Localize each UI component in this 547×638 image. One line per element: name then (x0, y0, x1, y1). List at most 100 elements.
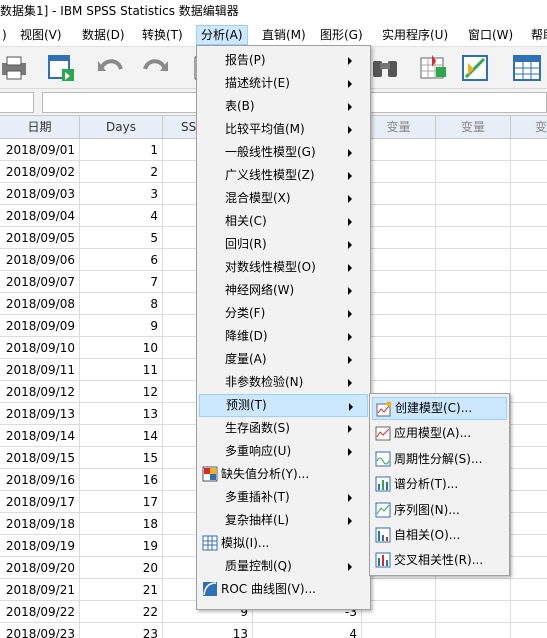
analyze-menu-item[interactable]: 相关(C) (199, 210, 368, 233)
table-cell[interactable] (511, 425, 547, 447)
recall-dialog-icon[interactable] (46, 53, 76, 83)
table-cell[interactable]: 2018/09/16 (0, 469, 80, 491)
table-cell[interactable] (362, 359, 436, 381)
table-cell[interactable] (511, 139, 547, 161)
column-header-var-c[interactable]: 变量 (436, 116, 511, 139)
table-cell[interactable]: 2018/09/21 (0, 579, 80, 601)
table-cell[interactable]: 4 (253, 623, 362, 638)
table-cell[interactable]: 18 (80, 513, 163, 535)
analyze-menu-item[interactable]: 质量控制(Q) (199, 555, 368, 578)
table-cell[interactable]: 2018/09/22 (0, 601, 80, 623)
table-cell[interactable]: 20 (80, 557, 163, 579)
print-icon[interactable] (0, 53, 30, 83)
table-cell[interactable] (511, 403, 547, 425)
table-cell[interactable] (362, 337, 436, 359)
analyze-menu-item[interactable]: 混合模型(X) (199, 187, 368, 210)
table-cell[interactable] (436, 623, 511, 638)
analyze-menu-item[interactable]: 预测(T) (199, 394, 368, 417)
table-cell[interactable] (511, 513, 547, 535)
menu-utilities[interactable]: 实用程序(U) (378, 25, 452, 45)
analyze-menu-item[interactable]: 广义线性模型(Z) (199, 164, 368, 187)
analyze-menu-item[interactable]: 非参数检验(N) (199, 371, 368, 394)
menu-file[interactable]: ) (0, 25, 11, 45)
table-cell[interactable] (511, 469, 547, 491)
table-cell[interactable]: 2018/09/03 (0, 183, 80, 205)
table-cell[interactable] (436, 601, 511, 623)
table-cell[interactable] (362, 579, 436, 601)
table-cell[interactable] (362, 249, 436, 271)
table-cell[interactable]: 2018/09/08 (0, 293, 80, 315)
table-cell[interactable]: 2018/09/20 (0, 557, 80, 579)
table-cell[interactable]: 2 (80, 161, 163, 183)
analyze-menu-item[interactable]: 降维(D) (199, 325, 368, 348)
table-cell[interactable]: 2018/09/10 (0, 337, 80, 359)
table-cell[interactable] (511, 491, 547, 513)
table-cell[interactable] (362, 139, 436, 161)
table-cell[interactable] (511, 557, 547, 579)
table-cell[interactable]: 2018/09/01 (0, 139, 80, 161)
table-cell[interactable] (362, 601, 436, 623)
table-cell[interactable]: 1 (80, 139, 163, 161)
table-cell[interactable]: 2018/09/13 (0, 403, 80, 425)
table-cell[interactable] (362, 271, 436, 293)
table-cell[interactable]: 8 (80, 293, 163, 315)
table-cell[interactable]: 2018/09/07 (0, 271, 80, 293)
menu-data[interactable]: 数据(D) (78, 25, 129, 45)
forecast-menu-item[interactable]: 交叉相关性(R)... (372, 549, 507, 572)
table-cell[interactable]: 11 (80, 359, 163, 381)
menu-analyze[interactable]: 分析(A) (196, 25, 248, 45)
table-cell[interactable]: 14 (80, 425, 163, 447)
table-cell[interactable] (511, 535, 547, 557)
table-cell[interactable] (362, 293, 436, 315)
table-cell[interactable]: 19 (80, 535, 163, 557)
table-cell[interactable]: 6 (80, 249, 163, 271)
table-cell[interactable]: 5 (80, 227, 163, 249)
analyze-menu-item[interactable]: 分类(F) (199, 302, 368, 325)
table-cell[interactable] (511, 381, 547, 403)
table-cell[interactable]: 2018/09/11 (0, 359, 80, 381)
cell-name-box[interactable] (0, 92, 34, 113)
table-cell[interactable]: 23 (80, 623, 163, 638)
forecast-menu-item[interactable]: 应用模型(A)... (372, 422, 507, 445)
forecast-menu-item[interactable]: 周期性分解(S)... (372, 448, 507, 471)
analyze-menu-item[interactable]: 比较平均值(M) (199, 118, 368, 141)
value-labels-icon[interactable] (512, 53, 542, 83)
table-cell[interactable]: 2018/09/04 (0, 205, 80, 227)
analyze-menu-item[interactable]: 复杂抽样(L) (199, 509, 368, 532)
table-cell[interactable] (362, 315, 436, 337)
table-cell[interactable]: 10 (80, 337, 163, 359)
table-cell[interactable]: 4 (80, 205, 163, 227)
menu-window[interactable]: 窗口(W) (464, 25, 517, 45)
analyze-menu-item[interactable]: 对数线性模型(O) (199, 256, 368, 279)
table-cell[interactable] (436, 205, 511, 227)
table-cell[interactable] (362, 623, 436, 638)
table-cell[interactable] (511, 249, 547, 271)
menu-graphs[interactable]: 图形(G) (316, 25, 367, 45)
analyze-menu-item[interactable]: 报告(P) (199, 49, 368, 72)
table-cell[interactable] (511, 183, 547, 205)
table-cell[interactable] (436, 359, 511, 381)
table-cell[interactable] (362, 205, 436, 227)
table-cell[interactable]: 12 (80, 381, 163, 403)
table-cell[interactable] (511, 271, 547, 293)
table-cell[interactable] (511, 161, 547, 183)
table-cell[interactable] (511, 227, 547, 249)
table-cell[interactable] (436, 161, 511, 183)
table-cell[interactable] (436, 183, 511, 205)
table-cell[interactable]: 13 (80, 403, 163, 425)
analyze-menu-item[interactable]: 生存函数(S) (199, 417, 368, 440)
table-cell[interactable]: 15 (80, 447, 163, 469)
table-cell[interactable] (436, 579, 511, 601)
analyze-menu-item[interactable]: 回归(R) (199, 233, 368, 256)
menu-transform[interactable]: 转换(T) (138, 25, 187, 45)
table-cell[interactable]: 2018/09/12 (0, 381, 80, 403)
table-cell[interactable]: 3 (80, 183, 163, 205)
table-cell[interactable] (436, 337, 511, 359)
analyze-menu-item[interactable]: 描述统计(E) (199, 72, 368, 95)
table-cell[interactable] (436, 315, 511, 337)
column-header-days[interactable]: Days (80, 116, 163, 139)
forecast-menu-item[interactable]: 创建模型(C)... (372, 397, 507, 420)
table-cell[interactable]: 2018/09/09 (0, 315, 80, 337)
table-cell[interactable] (436, 293, 511, 315)
table-cell[interactable]: 2018/09/02 (0, 161, 80, 183)
